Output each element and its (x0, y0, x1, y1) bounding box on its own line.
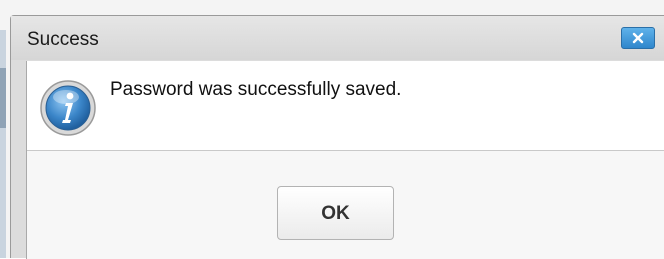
button-bar: OK (27, 151, 664, 259)
dialog-content: Password was successfully saved. OK (26, 61, 664, 259)
message-area: Password was successfully saved. (27, 61, 664, 151)
close-button[interactable] (621, 27, 655, 49)
info-icon (40, 80, 96, 136)
close-icon (632, 32, 644, 44)
message-text: Password was successfully saved. (110, 79, 402, 100)
dialog-title: Success (27, 29, 99, 50)
background-window-mark (0, 68, 6, 128)
success-dialog: Success Password was successfully saved.… (10, 15, 664, 259)
ok-button[interactable]: OK (277, 186, 394, 240)
background-window-edge (0, 30, 6, 258)
dialog-titlebar[interactable]: Success (11, 16, 664, 60)
